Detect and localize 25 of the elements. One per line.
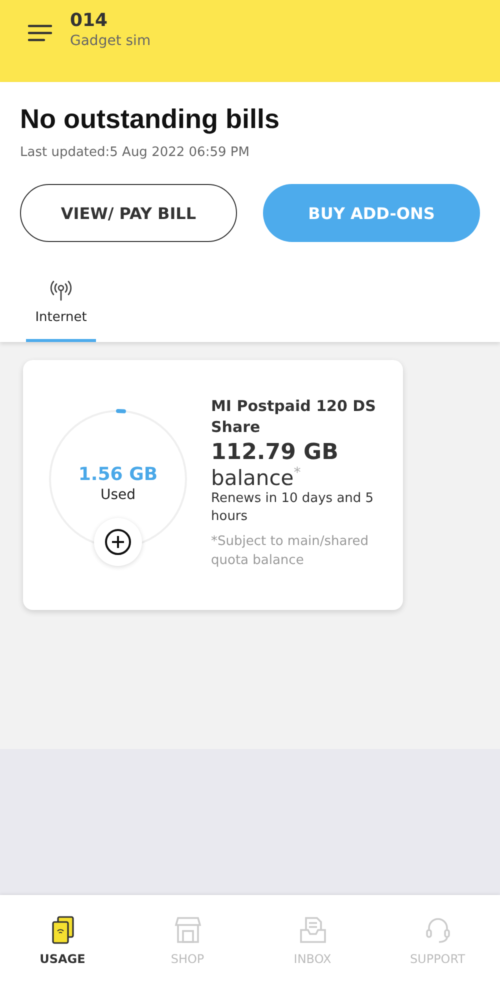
account-number: 014	[70, 10, 109, 31]
used-amount: 1.56 GB	[78, 464, 158, 485]
antenna-icon	[49, 280, 73, 302]
used-label: Used	[100, 487, 136, 503]
account-name: Gadget sim	[70, 33, 151, 49]
plus-icon	[104, 528, 132, 556]
nav-tab[interactable]: SUPPORT	[375, 895, 500, 987]
nav-tab[interactable]: INBOX	[250, 895, 375, 987]
balance-label: balance$^{*}$	[211, 465, 302, 490]
last-updated-text: Last updated:5 Aug 2022 06:59 PM	[20, 145, 250, 160]
quota-note: *Subject to main/shared quota balance	[211, 533, 370, 570]
inbox-icon	[298, 916, 326, 944]
nav-tab[interactable]: SHOP	[125, 895, 250, 987]
sim-cards-icon	[50, 916, 74, 944]
nav-tab[interactable]: USAGE	[0, 895, 125, 987]
pay-bill-button[interactable]: VIEW/ PAY BILL	[20, 184, 237, 242]
renewal-text: Renews in 10 days and 5 hours	[211, 490, 375, 526]
balance-amount: 112.79 GB	[211, 440, 340, 465]
menu-icon[interactable]	[28, 24, 52, 42]
headset-icon	[424, 916, 452, 944]
plan-name: MI Postpaid 120 DS Share	[211, 396, 377, 438]
add-button[interactable]	[94, 518, 142, 566]
shop-icon	[174, 916, 202, 944]
buy-add-ons-button[interactable]: BUY ADD-ONS	[263, 184, 480, 242]
bill-status-title: No outstanding bills	[20, 104, 280, 135]
